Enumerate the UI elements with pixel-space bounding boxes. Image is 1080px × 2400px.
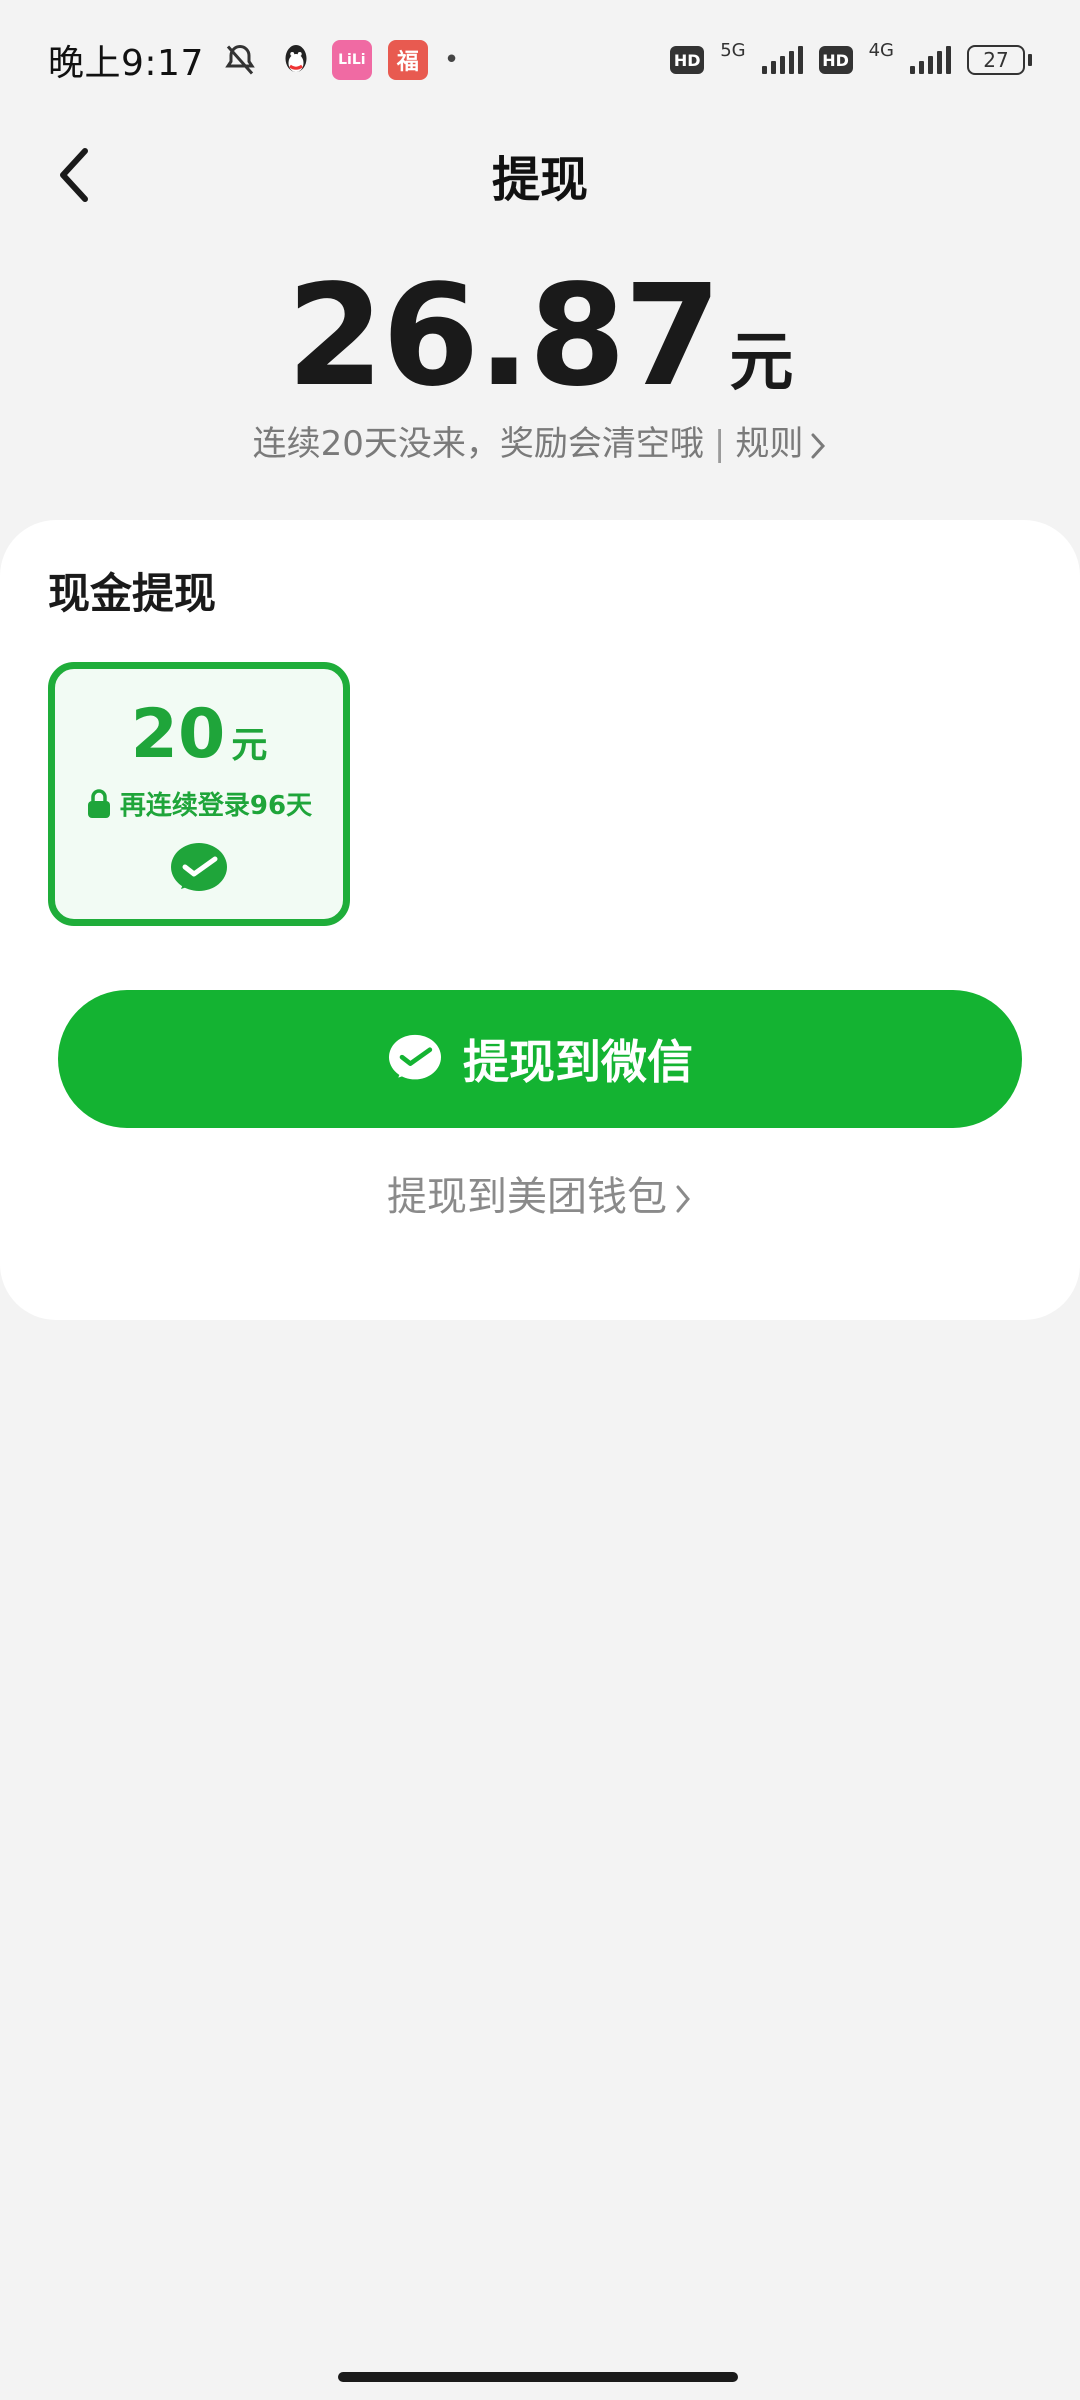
notification-dot-icon: • [443,45,460,75]
network-5g-label: 5G [720,39,746,61]
qq-penguin-icon [276,40,316,80]
lock-text: 再连续登录96天 [119,791,313,821]
option-amount-number: 20 [130,695,226,774]
pink-app-icon: LiLi [331,40,372,80]
red-app-icon: 福 [387,40,428,80]
section-title: 现金提现 [48,569,217,618]
chevron-right-icon [811,433,826,458]
status-right: HD 5G HD 4G 27 [670,40,1032,75]
battery-tip [1028,54,1032,66]
home-indicator[interactable] [338,2372,738,2382]
option-lock-requirement: 再连续登录96天 [55,785,343,822]
balance-unit: 元 [729,326,794,400]
option-wechat [55,841,343,897]
meituan-link-label: 提现到美团钱包 [387,1174,667,1220]
withdraw-to-meituan-link[interactable]: 提现到美团钱包 [0,1164,1080,1222]
battery-level: 27 [967,45,1025,75]
option-amount-unit: 元 [231,725,268,766]
network-4g-label: 4G [868,39,894,61]
balance-amount: 26.87 [286,255,722,418]
withdraw-card: 现金提现 20 元 再连续登录96天 提现到微信 提现到美团钱包 [0,520,1080,1320]
red-app-text: 福 [396,50,419,75]
wechat-button-label: 提现到微信 [463,1035,693,1089]
status-bar: 晚上9:17 LiLi 福 • HD 5G HD 4G 27 [0,0,1080,120]
chevron-right-icon [676,1185,690,1213]
header: 提现 [0,120,1080,220]
rules-link[interactable]: 规则 [735,424,827,464]
bell-muted-icon [220,40,260,80]
option-amount: 20 元 [55,695,343,774]
withdraw-to-wechat-button[interactable]: 提现到微信 [58,990,1022,1128]
wechat-pay-icon [171,843,227,891]
page-title: 提现 [491,152,588,208]
hd-badge-2: HD [818,46,853,74]
battery-icon: 27 [967,45,1032,75]
notice-text: 连续20天没来，奖励会清空哦 [252,424,704,464]
rules-link-label: 规则 [735,424,804,464]
hd-badge: HD [670,46,705,74]
signal-icon-2 [910,46,951,74]
signal-icon [761,46,803,74]
notice-separator: | [713,424,726,464]
status-left: 晚上9:17 LiLi 福 • [48,34,459,86]
expiry-notice: 连续20天没来，奖励会清空哦 | 规则 [0,416,1080,465]
pink-app-text: LiLi [338,52,366,68]
wechat-pay-icon [389,1034,441,1080]
balance-display: 26.87 元 [0,255,1080,418]
status-time: 晚上9:17 [48,43,204,84]
withdraw-option-20[interactable]: 20 元 再连续登录96天 [48,662,350,926]
lock-icon [87,788,110,818]
